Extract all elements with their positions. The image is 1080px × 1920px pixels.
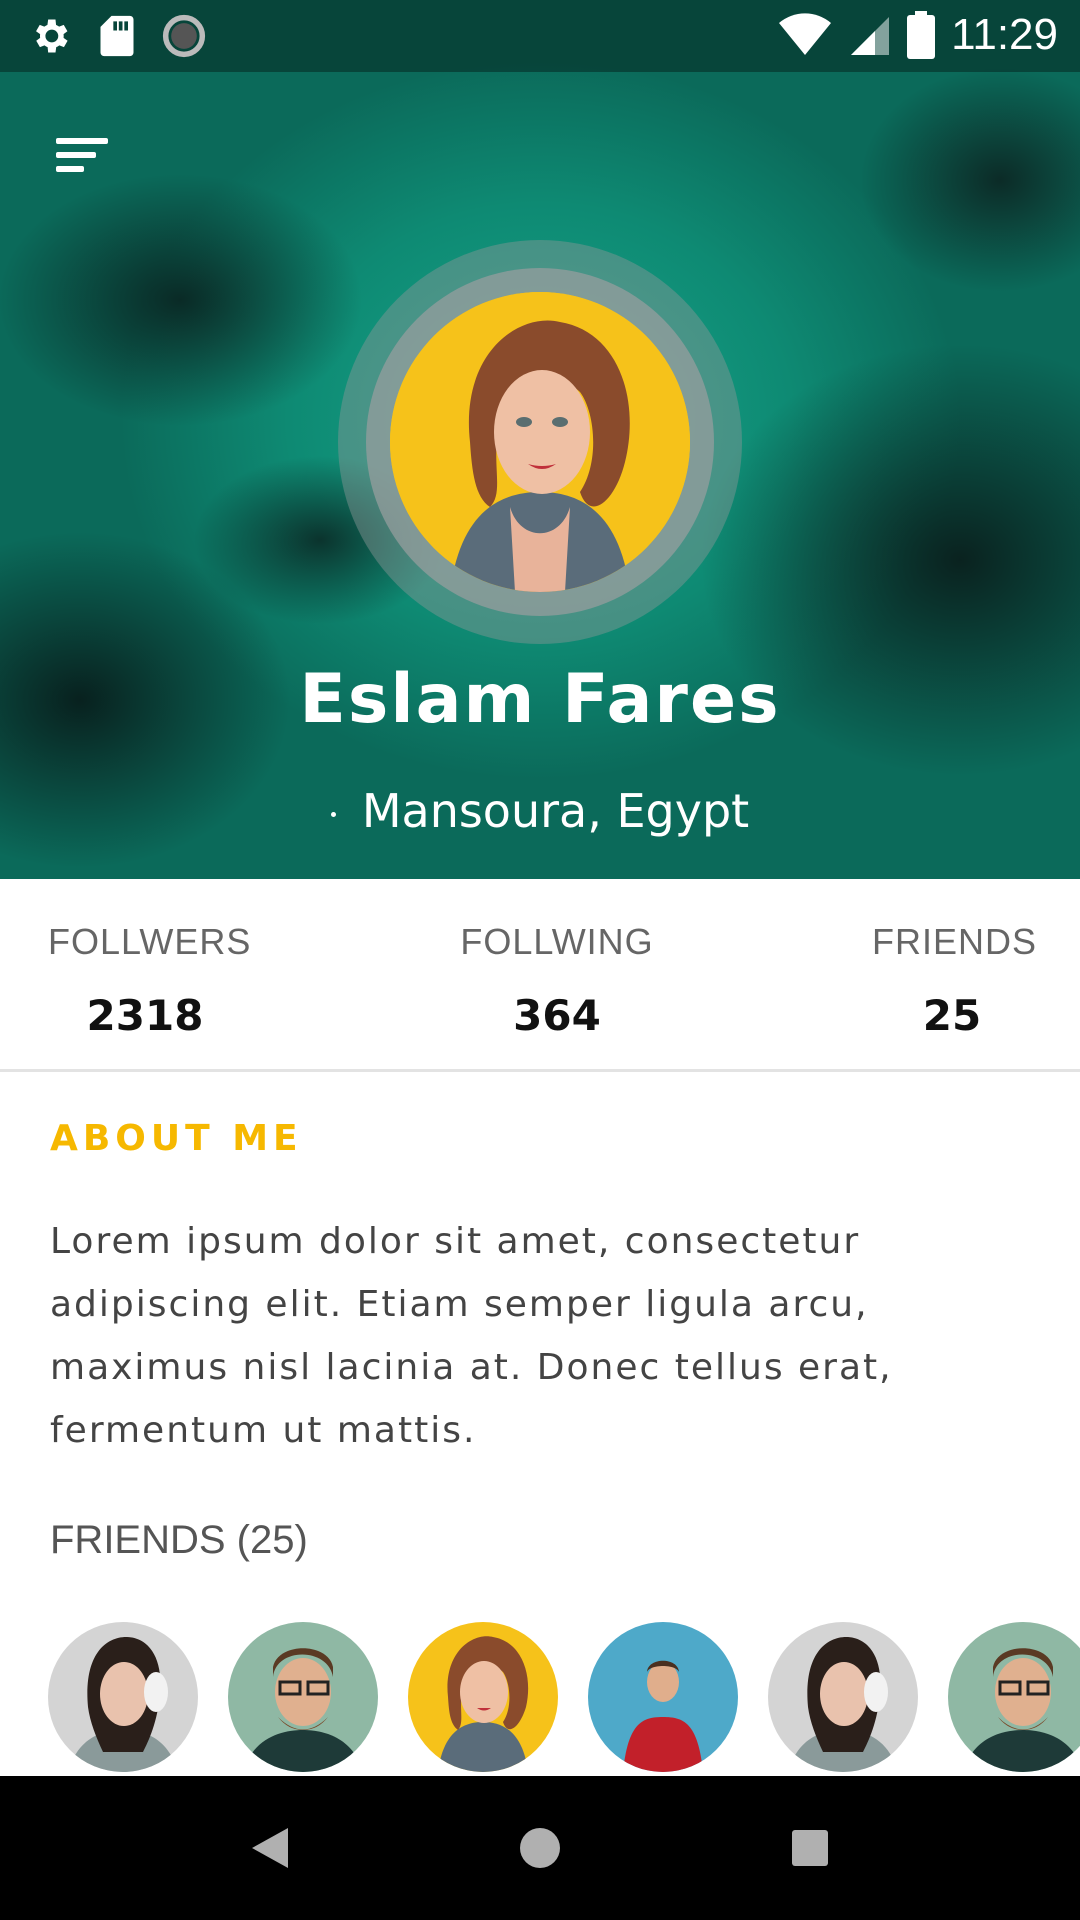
system-nav-bar — [0, 1776, 1080, 1920]
loading-icon — [162, 14, 206, 58]
stat-label: FOLLWERS — [48, 921, 252, 962]
gear-icon — [36, 19, 68, 53]
sd-card-icon — [100, 15, 134, 57]
about-text: Lorem ipsum dolor sit amet, consectetur … — [50, 1221, 893, 1451]
battery-icon — [907, 11, 936, 59]
home-circle-icon[interactable] — [518, 1826, 562, 1870]
friend-avatar[interactable] — [948, 1622, 1080, 1772]
sort-menu-icon[interactable] — [52, 132, 114, 178]
stat-label: FRIENDS — [872, 921, 1038, 962]
friend-avatar[interactable] — [228, 1622, 378, 1772]
about-title: ABOUT ME — [50, 1118, 303, 1159]
friends-title: FRIENDS (25) — [50, 1518, 308, 1562]
stat-followers[interactable]: FOLLWERS 2318 — [48, 921, 252, 1040]
friend-avatar[interactable] — [48, 1622, 198, 1772]
profile-name: Eslam Fares — [299, 660, 781, 739]
wifi-icon — [779, 13, 832, 56]
location-dot-icon — [330, 812, 336, 817]
profile-avatar[interactable] — [390, 292, 690, 592]
stat-value: 25 — [922, 991, 982, 1040]
stat-value: 364 — [513, 991, 601, 1040]
friend-avatar[interactable] — [588, 1622, 738, 1772]
profile-location: Mansoura, Egypt — [0, 784, 1080, 838]
recents-square-icon[interactable] — [790, 1828, 830, 1868]
back-triangle-icon[interactable] — [248, 1826, 290, 1870]
stat-friends[interactable]: FRIENDS 25 — [872, 921, 1038, 1040]
stat-value: 2318 — [86, 991, 204, 1040]
friend-avatar[interactable] — [408, 1622, 558, 1772]
friend-avatar[interactable] — [768, 1622, 918, 1772]
stat-label: FOLLWING — [460, 921, 654, 962]
profile-header: 11:29 Eslam Fares Mansoura, Egypt — [0, 0, 1080, 879]
clock: 11:29 — [951, 10, 1058, 59]
status-bar: 11:29 — [0, 0, 1080, 72]
friends-list — [48, 1622, 1080, 1772]
stats-bar: FOLLWERS 2318 FOLLWING 364 FRIENDS 25 — [0, 879, 1080, 1072]
location-text: Mansoura, Egypt — [361, 784, 750, 838]
stat-following[interactable]: FOLLWING 364 — [460, 921, 654, 1040]
signal-icon — [851, 17, 890, 55]
